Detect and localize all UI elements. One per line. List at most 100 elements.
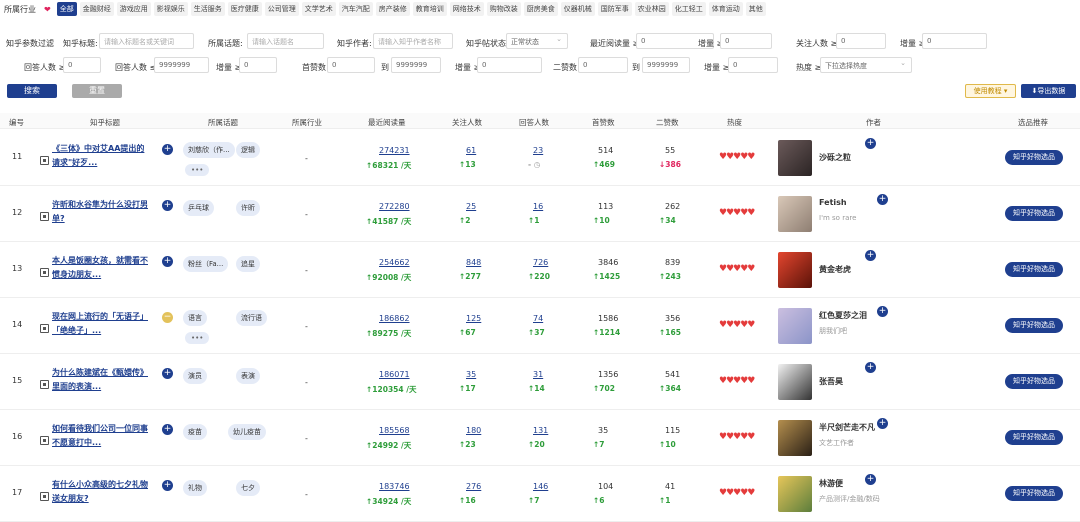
more-tags-icon[interactable]: ••• <box>185 164 210 176</box>
question-title[interactable]: 有什么小众高级的七夕礼物送女朋友? <box>52 478 148 506</box>
avatar[interactable] <box>778 308 812 344</box>
industry-chip[interactable]: 全部 <box>56 2 77 16</box>
industry-chip[interactable]: 公司管理 <box>264 2 299 16</box>
industry-chip[interactable]: 农业林园 <box>634 2 669 16</box>
topic-tag[interactable]: 语言 <box>183 310 207 326</box>
reset-button[interactable]: 重置 <box>72 84 122 98</box>
inc3-input[interactable]: 0 <box>239 57 277 73</box>
topic-tag[interactable]: 疫苗 <box>183 424 207 440</box>
follow-author-icon[interactable]: + <box>877 418 888 429</box>
author-name[interactable]: 林游便 <box>819 478 843 489</box>
add-icon[interactable]: + <box>162 256 173 267</box>
industry-chip[interactable]: 影视娱乐 <box>153 2 188 16</box>
author-name[interactable]: Fetish <box>819 198 847 207</box>
avatar[interactable] <box>778 476 812 512</box>
recommend-button[interactable]: 知乎好物选品 <box>1005 150 1063 165</box>
follow-value[interactable]: 25 <box>466 202 476 211</box>
industry-chip[interactable]: 购物改装 <box>486 2 521 16</box>
industry-chip[interactable]: 医疗健康 <box>227 2 262 16</box>
add-icon[interactable]: + <box>162 368 173 379</box>
industry-chip[interactable]: 化工轻工 <box>671 2 706 16</box>
reads-value[interactable]: 186071 <box>379 370 410 379</box>
follow-author-icon[interactable]: + <box>865 250 876 261</box>
industry-chip[interactable]: 国防军事 <box>597 2 632 16</box>
question-title[interactable]: 为什么陈建斌在《甄嬛传》里面的表演... <box>52 366 148 394</box>
question-title[interactable]: 如何看待我们公司一位同事不愿意打中... <box>52 422 148 450</box>
author-name[interactable]: 半尺剑芒走不凡 <box>819 422 875 433</box>
question-title[interactable]: 现在网上流行的「无语子」「绝绝子」... <box>52 310 148 338</box>
topic-tag[interactable]: 礼物 <box>183 480 207 496</box>
add-icon[interactable]: + <box>162 480 173 491</box>
topic-input[interactable]: 请输入话题名 <box>247 33 324 49</box>
avatar[interactable] <box>778 252 812 288</box>
status-select[interactable]: 正常状态 <box>506 33 568 49</box>
inc5-input[interactable]: 0 <box>728 57 778 73</box>
ans-input[interactable]: 0 <box>63 57 101 73</box>
th-first[interactable]: 首赞数 <box>592 117 615 128</box>
add-icon[interactable]: + <box>162 200 173 211</box>
topic-tag[interactable]: 七夕 <box>236 480 260 496</box>
recommend-button[interactable]: 知乎好物选品 <box>1005 486 1063 501</box>
follow-value[interactable]: 125 <box>466 314 481 323</box>
follow-value[interactable]: 848 <box>466 258 481 267</box>
reads-value[interactable]: 183746 <box>379 482 410 491</box>
reads-value[interactable]: 274231 <box>379 146 410 155</box>
follow-author-icon[interactable]: + <box>865 138 876 149</box>
author-name[interactable]: 沙砾之粒 <box>819 152 851 163</box>
author-name[interactable]: 红色夏莎之泪 <box>819 310 867 321</box>
avatar[interactable] <box>778 196 812 232</box>
industry-chip[interactable]: 生活服务 <box>190 2 225 16</box>
industry-chip[interactable]: 游戏应用 <box>116 2 151 16</box>
industry-chip[interactable]: 厨房美食 <box>523 2 558 16</box>
topic-tag[interactable]: 流行语 <box>236 310 267 326</box>
industry-chip[interactable]: 体育运动 <box>708 2 743 16</box>
second-to-input[interactable]: 9999999 <box>642 57 690 73</box>
topic-tag[interactable]: 演员 <box>183 368 207 384</box>
topic-tag[interactable]: 追星 <box>236 256 260 272</box>
industry-chip[interactable]: 其他 <box>745 2 766 16</box>
reads-value[interactable]: 185568 <box>379 426 410 435</box>
ans2-input[interactable]: 9999999 <box>154 57 209 73</box>
question-title[interactable]: 《三体》中对艾AA提出的请求"好歹... <box>52 142 148 170</box>
reads-value[interactable]: 254662 <box>379 258 410 267</box>
industry-chip[interactable]: 仪器机械 <box>560 2 595 16</box>
first-from-input[interactable]: 0 <box>327 57 375 73</box>
second-from-input[interactable]: 0 <box>578 57 628 73</box>
answers-value[interactable]: 16 <box>533 202 543 211</box>
answers-value[interactable]: 23 <box>533 146 543 155</box>
avatar[interactable] <box>778 364 812 400</box>
industry-chip[interactable]: 金融财经 <box>79 2 114 16</box>
tutorial-button[interactable]: 使用教程 ▾ <box>965 84 1016 98</box>
title-input[interactable]: 请输入标题名或关键词 <box>99 33 194 49</box>
answers-value[interactable]: 31 <box>533 370 543 379</box>
topic-tag[interactable]: 幼儿疫苗 <box>228 424 266 440</box>
topic-tag[interactable]: 表演 <box>236 368 260 384</box>
follow-author-icon[interactable]: + <box>865 362 876 373</box>
avatar[interactable] <box>778 140 812 176</box>
industry-chip[interactable]: 教育培训 <box>412 2 447 16</box>
th-reads[interactable]: 最近阅读量 <box>368 117 406 128</box>
th-follow[interactable]: 关注人数 <box>452 117 482 128</box>
add-icon[interactable]: + <box>162 424 173 435</box>
th-answers[interactable]: 回答人数 <box>519 117 549 128</box>
search-button[interactable]: 搜索 <box>7 84 57 98</box>
reads-value[interactable]: 186862 <box>379 314 410 323</box>
first-to-input[interactable]: 9999999 <box>391 57 441 73</box>
avatar[interactable] <box>778 420 812 456</box>
answers-value[interactable]: 131 <box>533 426 548 435</box>
question-title[interactable]: 本人是饭圈女孩，就需看不惯身边朋友... <box>52 254 148 282</box>
question-title[interactable]: 许昕和水谷隼为什么没打男单? <box>52 198 148 226</box>
topic-tag[interactable]: 逻辑 <box>236 142 260 158</box>
more-tags-icon[interactable]: ••• <box>185 332 210 344</box>
inc4-input[interactable]: 0 <box>477 57 542 73</box>
follow-author-icon[interactable]: + <box>877 194 888 205</box>
author-name[interactable]: 黄金老虎 <box>819 264 851 275</box>
author-name[interactable]: 张吾昊 <box>819 376 843 387</box>
follow-author-icon[interactable]: + <box>865 474 876 485</box>
inc1-input[interactable]: 0 <box>720 33 772 49</box>
industry-chip[interactable]: 网络技术 <box>449 2 484 16</box>
follow-input[interactable]: 0 <box>836 33 886 49</box>
answers-value[interactable]: 146 <box>533 482 548 491</box>
topic-tag[interactable]: 许昕 <box>236 200 260 216</box>
industry-chip[interactable]: 房产装修 <box>375 2 410 16</box>
